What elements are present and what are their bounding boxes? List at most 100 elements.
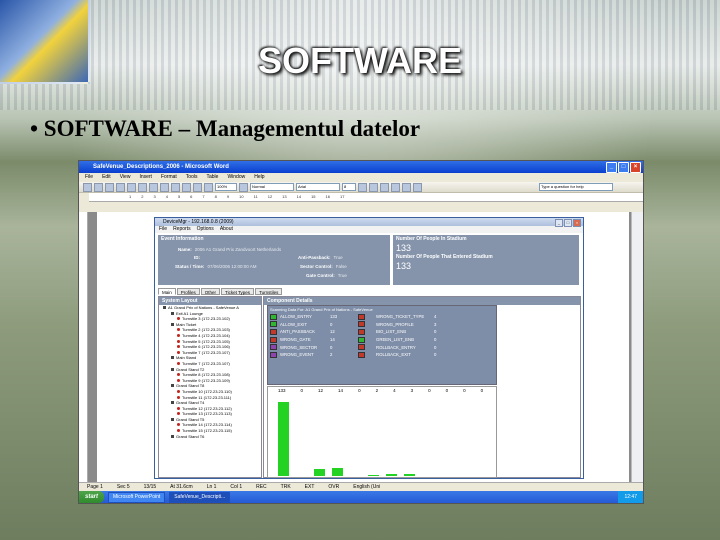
open-icon[interactable]: [94, 182, 103, 192]
task-word-document[interactable]: SafeVenue_Descripti...: [169, 491, 231, 503]
scan-code-name: WRONG_EVENT: [280, 352, 314, 358]
tab-turnstiles[interactable]: Turnstiles: [255, 288, 283, 295]
turnstile-status-icon: [177, 373, 180, 377]
tab-profiles[interactable]: Profiles: [176, 288, 200, 295]
underline-icon[interactable]: [380, 182, 389, 192]
menu-item-help[interactable]: Help: [254, 173, 264, 182]
app-maximize-button[interactable]: □: [564, 219, 572, 227]
copy-icon[interactable]: [160, 182, 169, 192]
undo-icon[interactable]: [182, 182, 191, 192]
app-menu-options[interactable]: Options: [197, 226, 214, 233]
people-in-stadium-value: 133: [396, 243, 412, 253]
menu-item-format[interactable]: Format: [161, 173, 177, 182]
menu-item-tools[interactable]: Tools: [186, 173, 198, 182]
ruler-tick: 6: [190, 194, 193, 199]
chart-bar: [314, 469, 325, 476]
bullets-icon[interactable]: [413, 182, 422, 192]
scan-data-header: Scanning Data For: A1 Grand Prix of Nati…: [270, 307, 373, 312]
minimize-button[interactable]: _: [606, 162, 617, 173]
menu-item-insert[interactable]: Insert: [139, 173, 152, 182]
people-entered-label: Number Of People That Entered Stadium: [396, 254, 493, 260]
tree-node-label: Main Stand: [176, 355, 197, 361]
tab-main[interactable]: Main: [158, 288, 176, 295]
font-select[interactable]: Arial: [296, 183, 340, 191]
maximize-button[interactable]: □: [618, 162, 629, 173]
print-icon[interactable]: [116, 182, 125, 192]
scan-code-name: WRONG_PROFILE: [376, 321, 414, 327]
help-icon[interactable]: [239, 182, 248, 192]
word-titlebar: SafeVenue_Descriptions_2006 - Microsoft …: [79, 161, 643, 173]
tree-node[interactable]: Grand Stand T6: [161, 434, 261, 440]
chart-value-label: 0: [300, 388, 304, 393]
status-color-swatch: [270, 344, 277, 351]
app-menu-about[interactable]: About: [220, 226, 233, 233]
tree-node-label: Grand Stand T6: [176, 433, 205, 439]
style-select[interactable]: Normal: [250, 183, 294, 191]
vertical-scrollbar[interactable]: [631, 212, 643, 482]
app-menu-reports[interactable]: Reports: [173, 226, 191, 233]
tree-node-label: Exit A1 Lounge: [176, 310, 203, 316]
menu-item-file[interactable]: File: [85, 173, 93, 182]
anti-passback-label: Anti-Passback:: [298, 255, 331, 260]
vertical-ruler: [79, 212, 88, 482]
gate-control-label: Gate Control:: [306, 273, 335, 278]
turnstile-status-icon: [177, 361, 180, 365]
scan-code-name: WRONG_SECTOR: [280, 344, 318, 350]
redo-icon[interactable]: [193, 182, 202, 192]
italic-icon[interactable]: [369, 182, 378, 192]
menu-item-view[interactable]: View: [120, 173, 131, 182]
size-select[interactable]: 8: [342, 183, 356, 191]
spelling-icon[interactable]: [138, 182, 147, 192]
start-button[interactable]: start: [79, 491, 105, 503]
align-left-icon[interactable]: [391, 182, 400, 192]
ruler-tick: 10: [239, 194, 244, 199]
people-entered-value: 133: [396, 261, 412, 271]
help-question-input[interactable]: Type a question for help: [539, 183, 613, 191]
chart-value-label: 0: [480, 388, 484, 393]
ruler-tick: 3: [153, 194, 156, 199]
table-icon[interactable]: [204, 182, 213, 192]
close-button[interactable]: ×: [630, 162, 641, 173]
turnstile-status-icon: [177, 333, 180, 337]
app-close-button[interactable]: ×: [573, 219, 581, 227]
menu-item-table[interactable]: Table: [206, 173, 218, 182]
app-menu-file[interactable]: File: [159, 226, 167, 233]
paste-icon[interactable]: [171, 182, 180, 192]
zoom-select[interactable]: 100%: [215, 183, 237, 191]
tree-node-label: Grand Stand T5: [176, 416, 205, 422]
ruler-tick: 8: [214, 194, 217, 199]
turnstile-status-icon: [177, 429, 180, 433]
tree-node-label: A1 Grand Prix of Nations - SafeVenue A: [168, 305, 239, 310]
status-color-swatch: [270, 328, 277, 335]
chart-value-label: 0: [445, 388, 449, 393]
scan-code-count: 0: [434, 329, 437, 335]
tree-node-label: Turnstile 12 (172.23.23.112): [182, 405, 232, 411]
scan-code-count: 12: [330, 329, 335, 335]
sector-control-label: Sector Control:: [300, 264, 333, 269]
bold-icon[interactable]: [358, 182, 367, 192]
turnstile-status-icon: [177, 378, 180, 382]
ruler-tick: 2: [141, 194, 144, 199]
tab-other[interactable]: Other: [200, 288, 221, 295]
event-name-label: Name:: [178, 247, 192, 252]
center-icon[interactable]: [402, 182, 411, 192]
menu-item-window[interactable]: Window: [227, 173, 245, 182]
document-page: DeviceMgr - 192.168.0.8 (2009) _ □ × Fil…: [97, 212, 629, 482]
task-powerpoint[interactable]: Microsoft PowerPoint: [108, 491, 166, 503]
save-icon[interactable]: [105, 182, 114, 192]
system-layout-header: System Layout: [159, 297, 261, 305]
tab-ticket-types[interactable]: Ticket Types: [221, 288, 255, 295]
ruler-tick: 14: [296, 194, 302, 199]
grid-row: ALLOW_ENTRY 133 WRONG_TICKET_TYPE 4: [268, 313, 496, 321]
grid-row: ANTI_PASSBACK 12 BIO_LIST_ENB 0: [268, 328, 496, 336]
system-layout-panel: System Layout A1 Grand Prix of Nations -…: [158, 296, 262, 478]
turnstile-status-icon: [177, 412, 180, 416]
group-icon: [171, 311, 174, 315]
menu-item-edit[interactable]: Edit: [102, 173, 111, 182]
event-information-header: Event Information: [161, 236, 204, 242]
scan-chart: 133 0 12 14 0 2 4 3 0 0 0 0: [267, 386, 497, 478]
cut-icon[interactable]: [149, 182, 158, 192]
app-minimize-button[interactable]: _: [555, 219, 563, 227]
preview-icon[interactable]: [127, 182, 136, 192]
new-icon[interactable]: [83, 182, 92, 192]
